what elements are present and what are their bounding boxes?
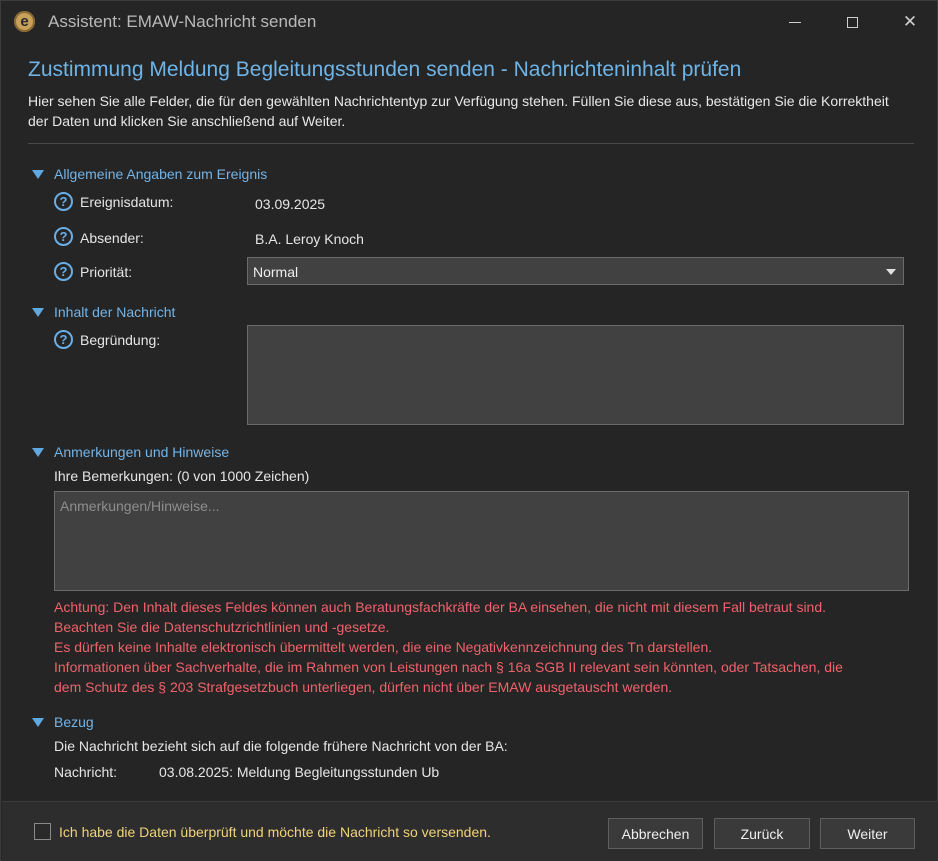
reason-textarea[interactable] (247, 325, 904, 425)
maximize-button[interactable] (832, 7, 872, 37)
app-logo-icon: e (14, 11, 35, 32)
help-icon[interactable]: ? (54, 192, 73, 211)
next-button[interactable]: Weiter (820, 818, 915, 849)
close-icon: ✕ (902, 12, 918, 31)
collapse-triangle-icon (32, 447, 44, 457)
section-label: Inhalt der Nachricht (54, 304, 176, 320)
field-label-date: Ereignisdatum: (80, 194, 174, 210)
field-value-sender: B.A. Leroy Knoch (255, 231, 364, 247)
page-title: Zustimmung Meldung Begleitungsstunden se… (28, 58, 742, 81)
reference-message-label: Nachricht: (54, 764, 118, 780)
field-label-priority: Priorität: (80, 264, 133, 280)
section-label: Allgemeine Angaben zum Ereignis (54, 166, 268, 182)
warning-text: dem Schutz des § 203 Strafgesetzbuch unt… (54, 679, 673, 695)
warning-text: Informationen über Sachverhalte, die im … (54, 659, 843, 675)
dialog-window: e Assistent: EMAW-Nachricht senden ✕ Zus… (0, 0, 938, 861)
priority-select-value: Normal (253, 264, 299, 280)
confirm-label[interactable]: Ich habe die Daten überprüft und möchte … (59, 824, 491, 840)
chevron-down-icon (886, 269, 896, 275)
title-bar: e Assistent: EMAW-Nachricht senden ✕ (1, 1, 937, 43)
intro-text: Hier sehen Sie alle Felder, die für den … (28, 93, 889, 129)
back-button[interactable]: Zurück (714, 818, 810, 849)
field-label-reason: Begründung: (80, 332, 161, 348)
window-title: Assistent: EMAW-Nachricht senden (48, 12, 317, 31)
reference-message-value: 03.08.2025: Meldung Begleitungsstunden U… (159, 764, 440, 780)
field-label-sender: Absender: (80, 230, 144, 246)
warning-text: Beachten Sie die Datenschutzrichtlinien … (54, 619, 390, 635)
section-label: Anmerkungen und Hinweise (54, 444, 230, 460)
remarks-textarea[interactable]: Anmerkungen/Hinweise... (54, 491, 909, 591)
section-toggle-notes[interactable]: Anmerkungen und Hinweise (32, 444, 229, 460)
warning-text: Es dürfen keine Inhalte elektronisch übe… (54, 639, 713, 655)
section-toggle-reference[interactable]: Bezug (32, 714, 94, 730)
confirm-checkbox[interactable] (34, 823, 51, 840)
minimize-icon (789, 21, 801, 23)
collapse-triangle-icon (32, 169, 44, 179)
reference-text: Die Nachricht bezieht sich auf die folge… (54, 738, 508, 754)
section-label: Bezug (54, 714, 94, 730)
dialog-footer: Ich habe die Daten überprüft und möchte … (2, 801, 938, 861)
remarks-placeholder: Anmerkungen/Hinweise... (60, 498, 220, 514)
close-button[interactable]: ✕ (890, 7, 930, 37)
warning-text: Achtung: Den Inhalt dieses Feldes können… (54, 599, 827, 615)
cancel-button[interactable]: Abbrechen (608, 818, 703, 849)
section-toggle-general[interactable]: Allgemeine Angaben zum Ereignis (32, 166, 267, 182)
help-icon[interactable]: ? (54, 227, 73, 246)
field-value-date: 03.09.2025 (255, 196, 326, 212)
collapse-triangle-icon (32, 307, 44, 317)
collapse-triangle-icon (32, 717, 44, 727)
section-toggle-content[interactable]: Inhalt der Nachricht (32, 304, 175, 320)
remarks-label: Ihre Bemerkungen: (0 von 1000 Zeichen) (54, 468, 310, 484)
minimize-button[interactable] (775, 7, 815, 37)
priority-select[interactable]: Normal (247, 257, 904, 285)
divider (28, 143, 914, 144)
maximize-icon (846, 16, 858, 28)
help-icon[interactable]: ? (54, 330, 73, 349)
help-icon[interactable]: ? (54, 262, 73, 281)
